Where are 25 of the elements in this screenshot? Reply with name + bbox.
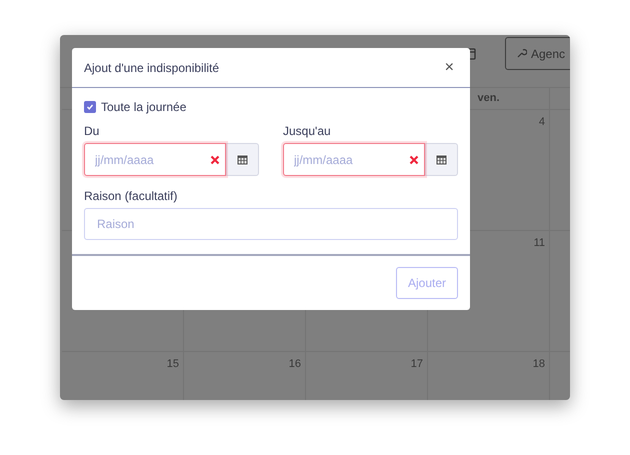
error-x-icon <box>210 155 220 165</box>
weekday-header: ven. <box>477 91 500 106</box>
calendar-button[interactable] <box>425 143 458 176</box>
field-label: Jusqu'au <box>283 123 332 140</box>
checkmark-icon <box>86 103 94 111</box>
date-field[interactable]: jj/mm/aaaa <box>84 143 226 176</box>
reason-field[interactable]: Raison <box>84 208 458 240</box>
field-label: Du <box>84 123 100 140</box>
day-number: 4 <box>538 115 545 128</box>
calendar-icon <box>237 154 248 165</box>
date-field[interactable]: jj/mm/aaaa <box>283 143 425 176</box>
day-number: 17 <box>410 357 423 370</box>
day-number: 15 <box>166 357 179 370</box>
close-button[interactable]: × <box>440 60 458 76</box>
field-label: Raison (facultatif) <box>84 188 178 205</box>
calendar-icon <box>436 154 447 165</box>
day-number: 18 <box>532 357 545 370</box>
checkbox[interactable] <box>84 101 96 113</box>
calendar-button[interactable] <box>226 143 259 176</box>
checkbox-label: Toute la journée <box>101 99 186 116</box>
agency-button[interactable]: Agenc <box>505 37 570 70</box>
dialog-title: Ajout d'une indisponibilité <box>84 60 220 76</box>
day-number: 11 <box>534 236 545 249</box>
error-x-icon <box>409 155 419 165</box>
day-number: 16 <box>288 357 301 370</box>
